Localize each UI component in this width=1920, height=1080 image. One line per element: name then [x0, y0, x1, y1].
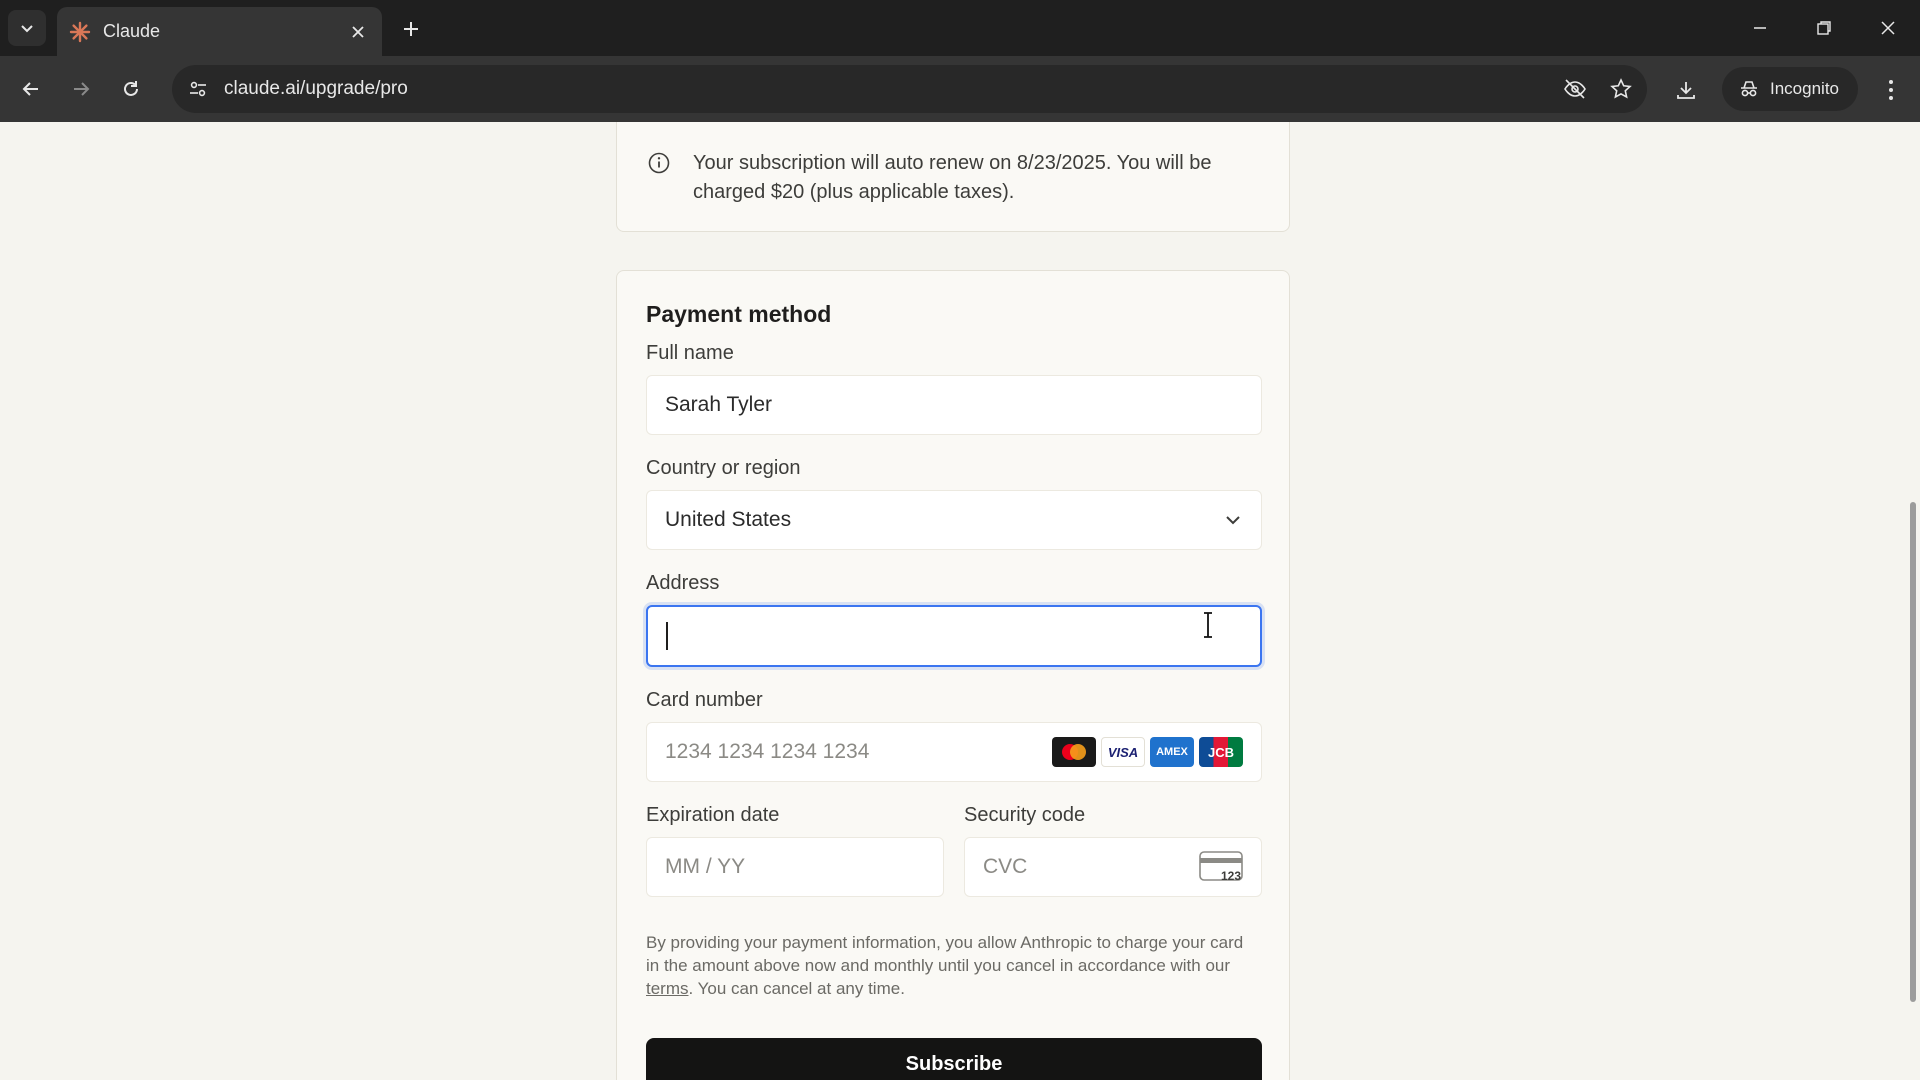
download-button[interactable]	[1668, 72, 1704, 108]
info-icon	[648, 152, 670, 174]
plus-icon	[404, 22, 418, 36]
new-tab-button[interactable]	[396, 14, 426, 44]
close-icon	[1881, 21, 1895, 35]
jcb-icon: JCB	[1199, 737, 1243, 767]
download-icon	[1677, 82, 1695, 99]
page-scrollbar[interactable]	[1906, 122, 1920, 1080]
card-number-label: Card number	[646, 689, 763, 711]
restore-button[interactable]	[1802, 10, 1846, 46]
tab-search-button[interactable]	[8, 10, 46, 46]
subscribe-button[interactable]: Subscribe	[646, 1038, 1262, 1080]
legal-text-after: . You can cancel at any time.	[688, 979, 905, 998]
amex-icon: AMEX	[1150, 737, 1194, 767]
full-name-label: Full name	[646, 342, 734, 364]
full-name-value: Sarah Tyler	[665, 393, 772, 416]
mastercard-icon	[1052, 737, 1096, 767]
url-text: claude.ai/upgrade/pro	[224, 78, 408, 99]
claude-logo-icon	[69, 21, 91, 43]
back-button[interactable]	[14, 72, 48, 106]
full-name-field[interactable]: Sarah Tyler	[646, 375, 1262, 435]
visa-icon: VISA	[1101, 737, 1145, 767]
arrow-left-icon	[22, 82, 38, 96]
text-cursor	[666, 622, 668, 650]
expiration-label: Expiration date	[646, 804, 780, 826]
payment-method-card: Payment method Full name Sarah Tyler Cou…	[616, 270, 1290, 1080]
scrollbar-thumb[interactable]	[1910, 502, 1916, 1002]
minimize-button[interactable]	[1738, 10, 1782, 46]
arrow-right-icon	[74, 82, 90, 96]
renewal-notice: Your subscription will auto renew on 8/2…	[616, 122, 1290, 232]
card-number-placeholder: 1234 1234 1234 1234	[665, 740, 870, 763]
chevron-down-icon	[21, 25, 33, 33]
incognito-indicator[interactable]: Incognito	[1722, 67, 1858, 111]
country-label: Country or region	[646, 457, 801, 479]
expiration-placeholder: MM / YY	[665, 855, 746, 878]
payment-legal-text: By providing your payment information, y…	[646, 931, 1246, 1000]
country-value: United States	[665, 508, 792, 531]
browser-toolbar: claude.ai/upgrade/pro Incognito	[0, 56, 1920, 122]
security-code-label: Security code	[964, 804, 1086, 826]
reload-icon	[124, 81, 138, 96]
text-cursor-ibeam-icon	[1204, 612, 1212, 638]
card-number-field[interactable]: 1234 1234 1234 1234 VISA AMEX JCB	[646, 722, 1262, 782]
card-brand-logos: VISA AMEX JCB	[1052, 737, 1243, 767]
site-info-icon[interactable]	[178, 69, 218, 109]
more-vertical-icon	[1889, 80, 1893, 100]
country-select[interactable]: United States	[646, 490, 1262, 550]
address-field[interactable]	[646, 605, 1262, 667]
forward-button[interactable]	[64, 72, 98, 106]
tab-title: Claude	[103, 21, 161, 41]
incognito-label: Incognito	[1770, 79, 1839, 98]
expiration-field[interactable]: MM / YY	[646, 837, 944, 897]
cvc-card-icon: 123	[1199, 851, 1243, 883]
security-code-field[interactable]: CVC 123	[964, 837, 1262, 897]
close-tab-icon[interactable]	[346, 20, 370, 44]
payment-method-heading: Payment method	[646, 301, 832, 327]
browser-tab-strip: Claude	[0, 0, 1920, 56]
address-label: Address	[646, 572, 720, 594]
terms-link[interactable]: terms	[646, 979, 689, 998]
bookmark-star-icon[interactable]	[1601, 69, 1641, 109]
browser-menu-button[interactable]	[1876, 72, 1906, 108]
close-window-button[interactable]	[1866, 10, 1910, 46]
browser-tab-claude[interactable]: Claude	[57, 7, 382, 56]
address-bar[interactable]: claude.ai/upgrade/pro	[172, 65, 1647, 113]
cvc-icon-text: 123	[1220, 869, 1241, 883]
renewal-notice-text: Your subscription will auto renew on 8/2…	[693, 152, 1212, 203]
cvc-placeholder: CVC	[983, 855, 1028, 878]
page-content: Your subscription will auto renew on 8/2…	[0, 122, 1920, 1080]
eye-slash-icon[interactable]	[1555, 69, 1595, 109]
chevron-down-icon	[1226, 516, 1240, 525]
reload-button[interactable]	[114, 72, 148, 106]
incognito-icon	[1736, 76, 1762, 102]
legal-text-before: By providing your payment information, y…	[646, 933, 1244, 975]
minimize-icon	[1754, 27, 1766, 29]
restore-icon	[1817, 21, 1831, 35]
